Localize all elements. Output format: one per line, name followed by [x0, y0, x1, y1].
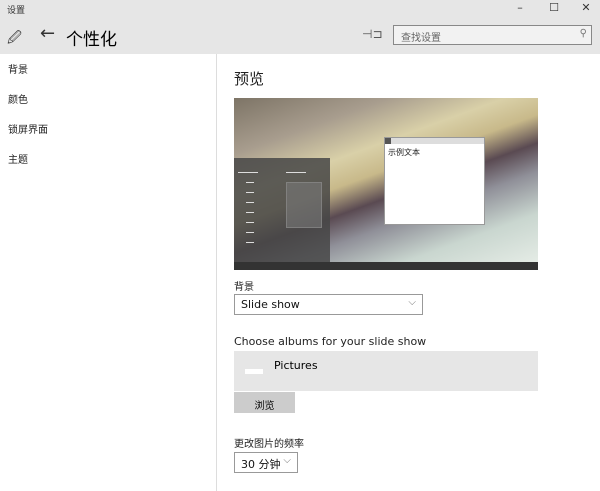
chevron-down-icon: ⌵ [283, 455, 291, 466]
frequency-label: 更改图片的频率 [234, 439, 304, 450]
sidebar: 背景 颜色 锁屏界面 主题 [0, 54, 217, 491]
minimize-button[interactable]: – [505, 1, 535, 17]
back-button[interactable]: ← [40, 23, 55, 44]
sidebar-item-colors[interactable]: 颜色 [8, 91, 28, 106]
desktop-preview: 示例文本 [234, 98, 538, 270]
search-input[interactable]: 查找设置 ⚲ [393, 25, 592, 45]
taskbar-preview [234, 262, 538, 270]
album-item[interactable]: Pictures [234, 351, 538, 391]
chevron-down-icon: ⌵ [408, 297, 416, 308]
background-value: Slide show [241, 298, 300, 311]
header: 🖉 ← 个性化 ⊣⊐ 查找设置 ⚲ [0, 18, 600, 54]
tiles-preview [286, 182, 322, 228]
start-menu-preview [234, 158, 330, 262]
personalization-icon: 🖉 [7, 30, 22, 46]
title-bar: 设置 – ☐ ✕ [0, 0, 600, 18]
window-title: 设置 [7, 6, 26, 16]
sample-text: 示例文本 [388, 148, 420, 157]
frequency-value: 30 分钟 [241, 458, 281, 471]
album-name: Pictures [274, 359, 318, 372]
close-button[interactable]: ✕ [571, 1, 600, 17]
maximize-button[interactable]: ☐ [539, 1, 569, 17]
sidebar-item-background[interactable]: 背景 [8, 61, 28, 76]
search-placeholder: 查找设置 [401, 33, 441, 44]
preview-heading: 预览 [234, 70, 265, 88]
background-dropdown[interactable]: Slide show ⌵ [234, 294, 423, 315]
pin-icon[interactable]: ⊣⊐ [362, 27, 383, 41]
frequency-dropdown[interactable]: 30 分钟 ⌵ [234, 452, 298, 473]
search-icon[interactable]: ⚲ [580, 28, 587, 39]
page-title: 个性化 [66, 30, 117, 50]
sidebar-item-lockscreen[interactable]: 锁屏界面 [8, 121, 48, 136]
albums-label: Choose albums for your slide show [234, 335, 427, 348]
background-label: 背景 [234, 282, 254, 293]
folder-icon [245, 369, 263, 374]
browse-button[interactable]: 浏览 [234, 392, 295, 413]
sidebar-item-themes[interactable]: 主题 [8, 151, 28, 166]
sample-window-preview: 示例文本 [384, 137, 485, 225]
